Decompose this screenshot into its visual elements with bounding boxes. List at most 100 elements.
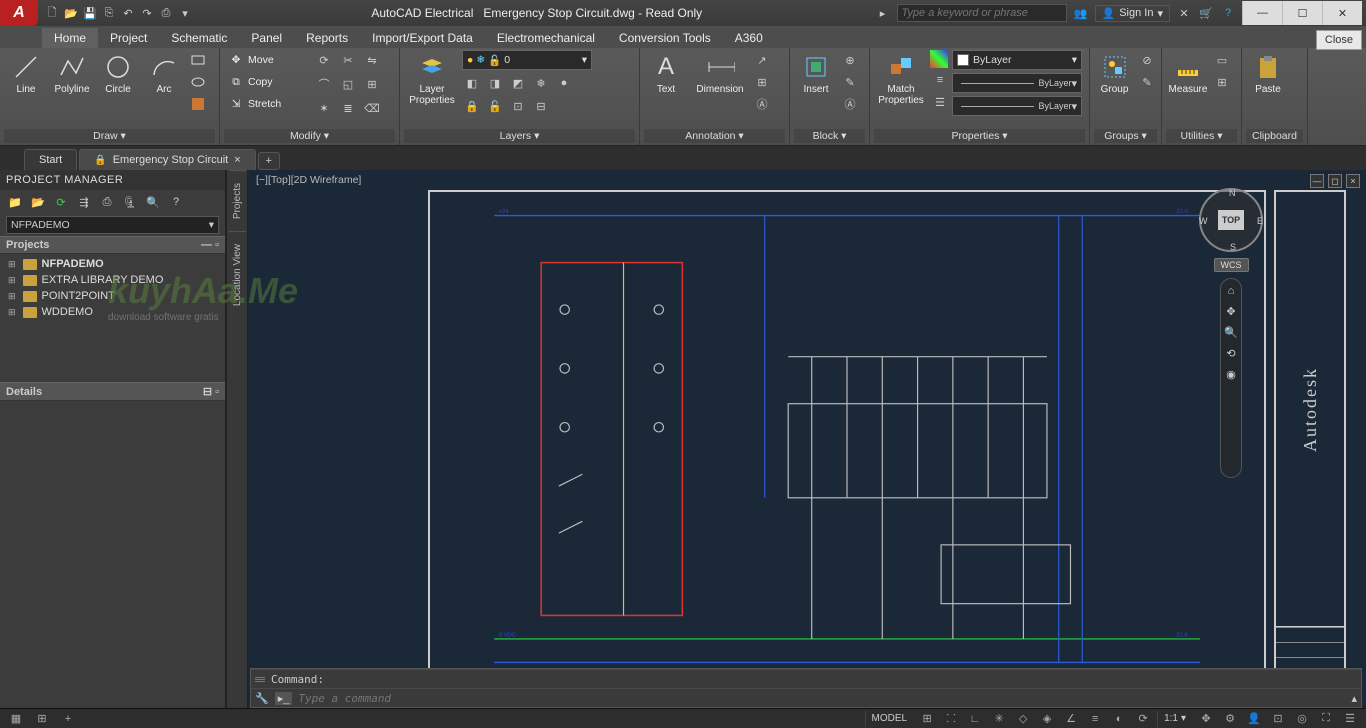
sb-scale[interactable]: 1:1▾ — [1157, 711, 1192, 727]
arc-button[interactable]: Arc — [142, 50, 186, 97]
sb-isolate-icon[interactable]: ◎ — [1292, 711, 1312, 727]
tab-project[interactable]: Project — [98, 28, 159, 48]
fillet-icon[interactable]: ⌒ — [314, 74, 334, 94]
hatch-icon[interactable] — [188, 94, 208, 114]
pm-batch-icon[interactable]: ⇶ — [75, 194, 93, 210]
tab-panel[interactable]: Panel — [239, 28, 294, 48]
line-button[interactable]: Line — [4, 50, 48, 97]
linetype-selector[interactable]: ByLayer▾ — [952, 96, 1082, 116]
nav-orbit-icon[interactable]: ⟲ — [1226, 347, 1235, 360]
nav-pan-icon[interactable]: ✥ — [1226, 305, 1235, 318]
qat-new-icon[interactable]: 🗋 — [44, 5, 60, 21]
nav-zoom-icon[interactable]: 🔍 — [1224, 326, 1238, 339]
new-tab-button[interactable]: + — [258, 152, 280, 170]
layer-properties-button[interactable]: Layer Properties — [404, 50, 460, 108]
move-button[interactable]: ✥Move — [224, 50, 278, 70]
project-selector[interactable]: NFPADEMO▾ — [6, 216, 219, 234]
copy-button[interactable]: ⧉Copy — [224, 72, 277, 92]
mirror-icon[interactable]: ⇋ — [362, 50, 382, 70]
sb-annomonitor-icon[interactable]: 👤 — [1244, 711, 1264, 727]
nav-wheel-icon[interactable]: ◉ — [1226, 368, 1236, 381]
viewport-label[interactable]: [−][Top][2D Wireframe] — [256, 174, 361, 186]
drawing-canvas[interactable]: [−][Top][2D Wireframe] — ◻ × kuyhAa.Medo… — [248, 170, 1366, 708]
tree-item[interactable]: POINT2POINT — [0, 288, 225, 304]
pm-publish-icon[interactable]: ⎙ — [98, 194, 116, 210]
qat-redo-icon[interactable]: ↷ — [139, 5, 155, 21]
sb-ortho-icon[interactable]: ∟ — [965, 711, 985, 727]
lineweight-selector[interactable]: ByLayer▾ — [952, 73, 1082, 93]
layer-iso-icon[interactable]: ◩ — [508, 73, 528, 93]
leader-icon[interactable]: ↗ — [752, 50, 772, 70]
layer-state-icon[interactable]: ⊡ — [508, 96, 528, 116]
pm-zip-icon[interactable]: 🗜 — [121, 194, 139, 210]
qat-more-icon[interactable]: ▾ — [177, 5, 193, 21]
erase-icon[interactable]: ⌫ — [362, 98, 382, 118]
attr-icon[interactable]: Ⓐ — [840, 94, 860, 114]
mtext-icon[interactable]: Ⓐ — [752, 94, 772, 114]
utilities-group-label[interactable]: Utilities ▾ — [1166, 129, 1237, 143]
sb-3dosnap-icon[interactable]: ◈ — [1037, 711, 1057, 727]
tab-a360[interactable]: A360 — [723, 28, 775, 48]
qat-save-icon[interactable]: 💾 — [82, 5, 98, 21]
sb-lwt-icon[interactable]: ≡ — [1085, 711, 1105, 727]
block-group-label[interactable]: Block ▾ — [794, 129, 865, 143]
modify-group-label[interactable]: Modify ▾ — [224, 129, 395, 143]
circle-button[interactable]: Circle — [96, 50, 140, 97]
tab-reports[interactable]: Reports — [294, 28, 360, 48]
tab-schematic[interactable]: Schematic — [159, 28, 239, 48]
pm-open-icon[interactable]: 📂 — [29, 194, 47, 210]
sb-transparency-icon[interactable]: ◐ — [1109, 711, 1129, 727]
sb-model-label[interactable]: MODEL — [865, 711, 914, 727]
sb-model-icon[interactable]: ▦ — [6, 711, 26, 727]
sb-otrack-icon[interactable]: ∠ — [1061, 711, 1081, 727]
text-button[interactable]: AText — [644, 50, 688, 97]
command-chevron-icon[interactable]: ▴ — [1351, 692, 1357, 705]
sb-cycling-icon[interactable]: ⟳ — [1133, 711, 1153, 727]
signin-button[interactable]: 👤 Sign In▾ — [1095, 5, 1170, 22]
create-block-icon[interactable]: ⊕ — [840, 50, 860, 70]
offset-icon[interactable]: ≣ — [338, 98, 358, 118]
nav-home-icon[interactable]: ⌂ — [1228, 285, 1235, 297]
command-input[interactable] — [298, 692, 1345, 705]
community-icon[interactable]: 👥 — [1073, 5, 1089, 21]
sb-grid-icon[interactable]: ⊞ — [917, 711, 937, 727]
list-icon[interactable]: ☰ — [930, 92, 950, 112]
pm-new-icon[interactable]: 📁 — [6, 194, 24, 210]
tab-home[interactable]: Home — [42, 28, 98, 48]
color-swatch-icon[interactable] — [930, 50, 948, 68]
layer-match-icon[interactable]: ◧ — [462, 73, 482, 93]
ungroup-icon[interactable]: ⊘ — [1137, 50, 1157, 70]
close-panel-button[interactable]: Close — [1316, 30, 1362, 50]
calc-icon[interactable]: ⊞ — [1212, 72, 1232, 92]
vtab-projects[interactable]: Projects — [229, 170, 246, 231]
wcs-badge[interactable]: WCS — [1214, 258, 1249, 272]
exchange-icon[interactable]: ✕ — [1176, 5, 1192, 21]
vtab-location[interactable]: Location View — [229, 231, 246, 318]
qat-print-icon[interactable]: ⎙ — [158, 5, 174, 21]
sb-cleanscreen-icon[interactable]: ⛶ — [1316, 711, 1336, 727]
vp-minimize-icon[interactable]: — — [1310, 174, 1324, 188]
dimension-button[interactable]: Dimension — [690, 50, 750, 97]
color-selector[interactable]: ByLayer▾ — [952, 50, 1082, 70]
groups-group-label[interactable]: Groups ▾ — [1094, 129, 1157, 143]
tree-item[interactable]: EXTRA LIBRARY DEMO — [0, 272, 225, 288]
maximize-button[interactable]: ☐ — [1282, 1, 1322, 25]
layer-unlock-icon[interactable]: 🔓 — [485, 96, 505, 116]
vp-maximize-icon[interactable]: ◻ — [1328, 174, 1342, 188]
tab-import-export[interactable]: Import/Export Data — [360, 28, 485, 48]
layer-off-icon[interactable]: ● — [554, 73, 574, 93]
stretch-button[interactable]: ⇲Stretch — [224, 94, 285, 114]
qat-open-icon[interactable]: 📂 — [63, 5, 79, 21]
pm-help-icon[interactable]: ? — [167, 194, 185, 210]
close-tab-icon[interactable]: × — [234, 154, 240, 166]
drag-grip-icon[interactable] — [255, 677, 265, 682]
measure-button[interactable]: Measure — [1166, 50, 1210, 97]
rotate-icon[interactable]: ⟳ — [314, 50, 334, 70]
scale-icon[interactable]: ◱ — [338, 74, 358, 94]
qat-saveas-icon[interactable]: ⎘ — [101, 5, 117, 21]
draw-group-label[interactable]: Draw ▾ — [4, 129, 215, 143]
minimize-button[interactable]: — — [1242, 1, 1282, 25]
array-icon[interactable]: ⊞ — [362, 74, 382, 94]
app-logo[interactable]: A — [0, 0, 38, 26]
sb-add-icon[interactable]: + — [58, 711, 78, 727]
